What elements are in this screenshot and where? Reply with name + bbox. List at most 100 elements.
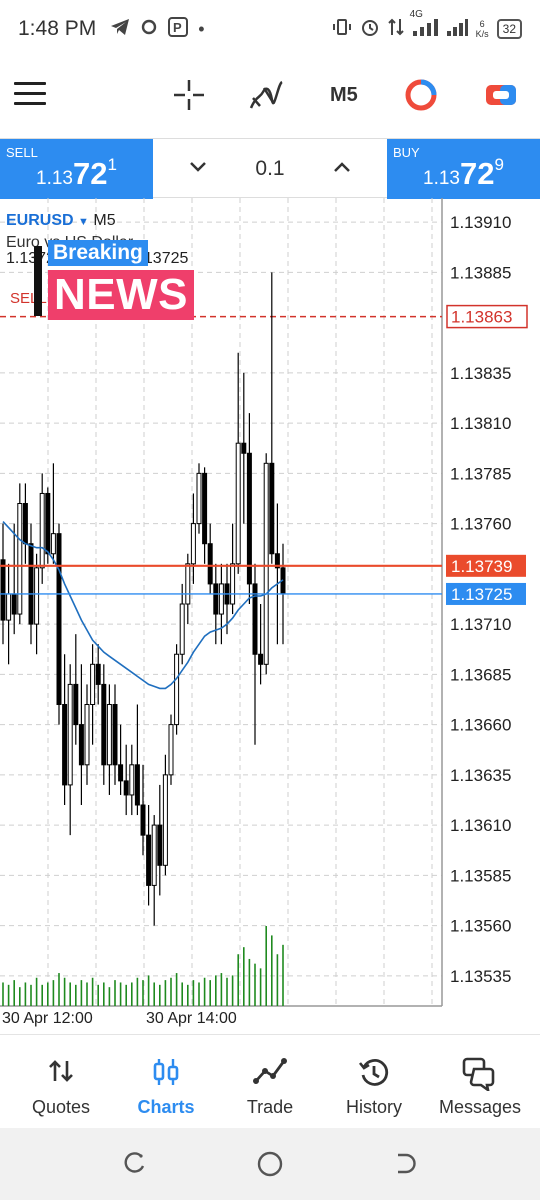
indicators-button[interactable] [248, 78, 284, 117]
chart-symbol-label: EURUSD ▼ M5 [6, 212, 116, 230]
nav-messages-label: Messages [438, 1097, 522, 1117]
candle-body [112, 704, 118, 766]
one-click-order-bar: SELL 1.13721 0.1 BUY 1.13729 [0, 138, 540, 199]
back-button[interactable] [392, 1150, 420, 1183]
volume-increase-button[interactable] [330, 155, 354, 179]
nav-trade-label: Trade [246, 1097, 294, 1117]
price-tick-label: 1.13785 [450, 464, 511, 483]
price-tick-label: 1.13685 [450, 665, 511, 684]
signal-icon: 4G [410, 9, 438, 42]
candle-body [202, 472, 208, 545]
buy-button[interactable]: BUY 1.13729 [387, 139, 540, 199]
candle-body [118, 764, 124, 782]
news-label: NEWS [48, 270, 194, 320]
svg-text:P: P [173, 20, 182, 35]
menu-button[interactable] [14, 82, 46, 108]
sell-price-sup: 1 [107, 155, 117, 174]
sell-price-big: 72 [72, 156, 108, 191]
home-button[interactable] [256, 1150, 284, 1183]
hamburger-icon-line [14, 102, 46, 105]
crosshair-button[interactable] [172, 78, 206, 117]
candle-body [0, 559, 6, 621]
volume-decrease-button[interactable] [186, 155, 210, 179]
candle-body [140, 804, 146, 836]
price-tick-label: 1.13710 [450, 615, 511, 634]
dropdown-arrow-icon[interactable]: ▼ [78, 216, 89, 228]
nav-quotes[interactable]: Quotes [0, 1035, 122, 1129]
sell-label: SELL [6, 145, 38, 160]
nav-quotes-label: Quotes [31, 1097, 91, 1117]
candle-body [185, 563, 191, 605]
candle-body [134, 764, 140, 806]
nav-messages[interactable]: Messages [424, 1035, 536, 1129]
candle-body [17, 503, 23, 615]
sell-price: 1.13721 [36, 155, 117, 192]
recent-apps-button[interactable] [121, 1150, 149, 1183]
one-click-icon [405, 79, 437, 111]
candle-body [258, 653, 264, 665]
candle-body [241, 442, 247, 454]
chart-symbol: EURUSD [6, 212, 74, 229]
candle-body [56, 533, 62, 706]
candle-body [146, 834, 152, 886]
ask-price-label: 1.13725 [451, 585, 512, 604]
price-tick-label: 1.13660 [450, 716, 511, 735]
buy-price-big: 72 [459, 156, 495, 191]
price-tick-label: 1.13835 [450, 364, 511, 383]
net-speed-value: 6 [479, 19, 485, 29]
data-arrows-icon [387, 17, 404, 42]
candle-body [39, 492, 45, 569]
candle-body [6, 593, 12, 621]
candle-body [174, 653, 180, 726]
candle-body [230, 563, 236, 605]
hamburger-icon-line [14, 82, 46, 85]
one-click-trading-button[interactable] [404, 78, 438, 117]
news-bar [34, 246, 42, 316]
hamburger-icon-line [14, 92, 46, 95]
buy-label: BUY [393, 145, 420, 160]
nav-history[interactable]: History [318, 1035, 430, 1129]
candle-body [246, 452, 252, 585]
candle-body [263, 462, 269, 665]
nav-charts[interactable]: Charts [110, 1035, 222, 1129]
sell-button[interactable]: SELL 1.13721 [0, 139, 153, 199]
candle-body [11, 593, 17, 615]
home-icon [257, 1151, 283, 1177]
telegram-icon [110, 18, 130, 41]
buy-price: 1.13729 [423, 155, 504, 192]
price-chart[interactable]: 1.13910 1.13885 1.13835 1.13810 1.13785 1.137… [0, 198, 540, 1034]
price-tick-label: 1.13760 [450, 515, 511, 534]
sell-price-prefix: 1.13 [36, 168, 73, 189]
battery-icon: 32 [496, 19, 522, 39]
candle-body [196, 472, 202, 525]
price-tick-label: 1.13910 [450, 213, 511, 232]
signal-icon-2 [446, 17, 468, 42]
charts-icon [153, 1059, 179, 1085]
candle-body [179, 603, 185, 655]
price-tick-label: 1.13810 [450, 414, 511, 433]
candle-body [84, 704, 90, 766]
chart-timeframe: M5 [93, 212, 116, 229]
candle-body [95, 663, 101, 685]
parking-icon: P [168, 16, 189, 42]
candle-body [151, 824, 157, 886]
volume-field[interactable]: 0.1 [232, 157, 308, 181]
bid-price-label: 1.13739 [451, 557, 512, 576]
candle-body [129, 764, 135, 796]
candle-body [157, 824, 163, 866]
sell-level-price-label: 1.13863 [451, 308, 512, 327]
recent-apps-icon [124, 1152, 145, 1173]
candle-body [62, 704, 68, 786]
timeframe-button[interactable]: M5 [330, 84, 358, 107]
candle-body [269, 462, 275, 555]
price-tick-label: 1.13635 [450, 766, 511, 785]
chevron-down-icon [190, 162, 206, 172]
candle-body [218, 583, 224, 615]
new-order-button[interactable] [484, 78, 518, 117]
nav-trade[interactable]: Trade [214, 1035, 326, 1129]
candle-body [106, 704, 112, 766]
chart-toolbar: M5 [0, 62, 540, 132]
time-tick-label: 30 Apr 12:00 [2, 1010, 93, 1027]
system-navigation [0, 1128, 540, 1200]
buy-price-prefix: 1.13 [423, 168, 460, 189]
